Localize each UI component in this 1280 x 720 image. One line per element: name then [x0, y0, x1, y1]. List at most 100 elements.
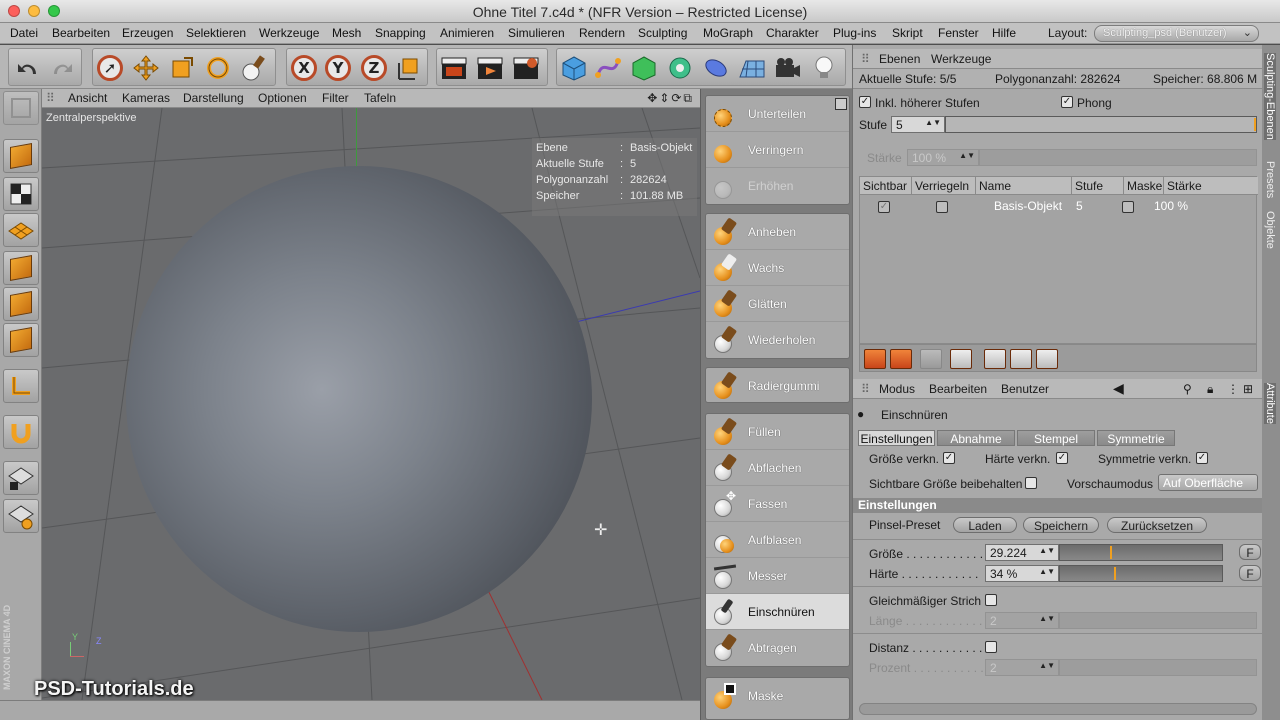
layer-visible-checkbox[interactable]: ✓ [878, 201, 890, 213]
workplane-lock-button[interactable] [3, 461, 39, 495]
col-name[interactable]: Name [976, 177, 1072, 195]
texture-mode-button[interactable] [3, 177, 39, 211]
tab-ebenen[interactable]: Ebenen [879, 52, 920, 66]
layer-mask-checkbox[interactable] [1122, 201, 1134, 213]
vtab-sculpting-ebenen[interactable]: Sculpting-Ebenen [1264, 53, 1276, 140]
vtab-objekte[interactable]: Objekte [1264, 211, 1276, 249]
zuruecksetzen-button[interactable]: Zurücksetzen [1107, 517, 1207, 533]
speichern-button[interactable]: Speichern [1023, 517, 1099, 533]
groesse-slider[interactable] [1059, 544, 1223, 561]
vtab-presets[interactable]: Presets [1264, 161, 1276, 198]
col-verriegeln[interactable]: Verriegeln [912, 177, 976, 195]
sculpt-brush-button[interactable] [239, 53, 269, 83]
gleichmaessig-checkbox[interactable] [985, 594, 997, 606]
y-axis-toggle[interactable]: Y [323, 53, 353, 83]
groesse-f-button[interactable]: F [1239, 544, 1261, 560]
camera-button[interactable] [773, 53, 803, 83]
model-mode-button[interactable] [3, 139, 39, 173]
distanz-checkbox[interactable] [985, 641, 997, 653]
tool-wachs[interactable]: Wachs [706, 250, 849, 286]
tab-symmetrie[interactable]: Symmetrie [1097, 430, 1175, 446]
add-icon[interactable]: ⊞ [1243, 382, 1253, 396]
render-picture-viewer-button[interactable] [475, 53, 505, 83]
add-folder-button[interactable] [890, 349, 912, 369]
stufe-slider[interactable] [945, 116, 1257, 133]
rotate-button[interactable] [203, 53, 233, 83]
groesse-verkn-checkbox[interactable]: ✓ [943, 452, 955, 464]
attr-menu-modus[interactable]: Modus [879, 382, 915, 396]
z-axis-toggle[interactable]: Z [359, 53, 389, 83]
haerte-slider[interactable] [1059, 565, 1223, 582]
prozent-field[interactable]: 2 ▲▼ [985, 659, 1059, 676]
menu-selektieren[interactable]: Selektieren [186, 26, 246, 40]
menu-skript[interactable]: Skript [892, 26, 923, 40]
laden-button[interactable]: Laden [953, 517, 1017, 533]
tool-einschnueren[interactable]: Einschnüren [706, 594, 849, 630]
layer-lock-checkbox[interactable] [936, 201, 948, 213]
move-button[interactable] [131, 53, 161, 83]
lock-icon[interactable]: 🔒︎ [1207, 382, 1213, 397]
points-mode-button[interactable] [3, 251, 39, 285]
menu-charakter[interactable]: Charakter [766, 26, 819, 40]
horizontal-scrollbar[interactable] [859, 703, 1257, 715]
delete-layer-button[interactable] [920, 349, 942, 369]
stufe-field[interactable]: 5 ▲▼ [891, 116, 945, 133]
sculpt-sphere[interactable] [126, 166, 592, 632]
tool-abtragen[interactable]: Abtragen [706, 630, 849, 666]
laenge-field[interactable]: 2 ▲▼ [985, 612, 1059, 629]
vtab-attribute[interactable]: Attribute [1264, 383, 1276, 424]
tool-verringern[interactable]: Verringern [706, 132, 849, 168]
staerke-field[interactable]: 100 % ▲▼ [907, 149, 979, 166]
viewport-3d[interactable]: Zentralperspektive Ebene: Basis-Objekt Ak… [42, 108, 700, 700]
attr-menu-benutzer[interactable]: Benutzer [1001, 382, 1049, 396]
menu-sculpting[interactable]: Sculpting [638, 26, 687, 40]
symmetrie-verkn-checkbox[interactable]: ✓ [1196, 452, 1208, 464]
tool-unterteilen[interactable]: Unterteilen [706, 96, 849, 132]
viewport-menu-optionen[interactable]: Optionen [258, 91, 307, 105]
col-staerke[interactable]: Stärke [1164, 177, 1258, 195]
menu-datei[interactable]: Datei [10, 26, 38, 40]
workplane-button[interactable] [3, 213, 39, 247]
add-layer-button[interactable] [864, 349, 886, 369]
menu-plugins[interactable]: Plug-ins [833, 26, 876, 40]
spline-button[interactable] [593, 53, 623, 83]
tool-aufblasen[interactable]: Aufblasen [706, 522, 849, 558]
haerte-field[interactable]: 34 % ▲▼ [985, 565, 1059, 582]
menu-animieren[interactable]: Animieren [440, 26, 494, 40]
copy-layer-button[interactable] [984, 349, 1006, 369]
paste-layer-button[interactable] [1010, 349, 1032, 369]
menu-hilfe[interactable]: Hilfe [992, 26, 1016, 40]
make-editable-button[interactable] [3, 91, 39, 125]
light-button[interactable] [809, 53, 839, 83]
render-view-button[interactable] [439, 53, 469, 83]
menu-werkzeuge[interactable]: Werkzeuge [259, 26, 319, 40]
menu-snapping[interactable]: Snapping [375, 26, 426, 40]
link-icon[interactable]: ⋮ [1227, 382, 1239, 396]
polygons-mode-button[interactable] [3, 323, 39, 357]
generator-button[interactable] [629, 53, 659, 83]
clear-layer-button[interactable] [950, 349, 972, 369]
col-sichtbar[interactable]: Sichtbar [860, 177, 912, 195]
tool-abflachen[interactable]: Abflachen [706, 450, 849, 486]
tool-fassen[interactable]: ✥ Fassen [706, 486, 849, 522]
floor-button[interactable] [737, 53, 767, 83]
viewport-menu-ansicht[interactable]: Ansicht [68, 91, 107, 105]
menu-mesh[interactable]: Mesh [332, 26, 361, 40]
live-selection-button[interactable]: ➚ [95, 53, 125, 83]
redo-button[interactable] [47, 53, 77, 83]
menu-simulieren[interactable]: Simulieren [508, 26, 565, 40]
tool-maske[interactable]: Maske [706, 678, 849, 714]
cube-object-button[interactable] [559, 53, 589, 83]
snap-button[interactable] [3, 415, 39, 449]
prozent-slider[interactable] [1059, 659, 1257, 676]
render-settings-button[interactable] [511, 53, 541, 83]
col-maske[interactable]: Maske [1124, 177, 1164, 195]
menu-rendern[interactable]: Rendern [579, 26, 625, 40]
deformer-button[interactable] [701, 53, 731, 83]
axis-mode-button[interactable] [3, 369, 39, 403]
x-axis-toggle[interactable]: X [289, 53, 319, 83]
tool-radiergummi[interactable]: Radiergummi [706, 368, 849, 404]
tab-abnahme[interactable]: Abnahme [937, 430, 1015, 446]
haerte-f-button[interactable]: F [1239, 565, 1261, 581]
viewport-menu-tafeln[interactable]: Tafeln [364, 91, 396, 105]
